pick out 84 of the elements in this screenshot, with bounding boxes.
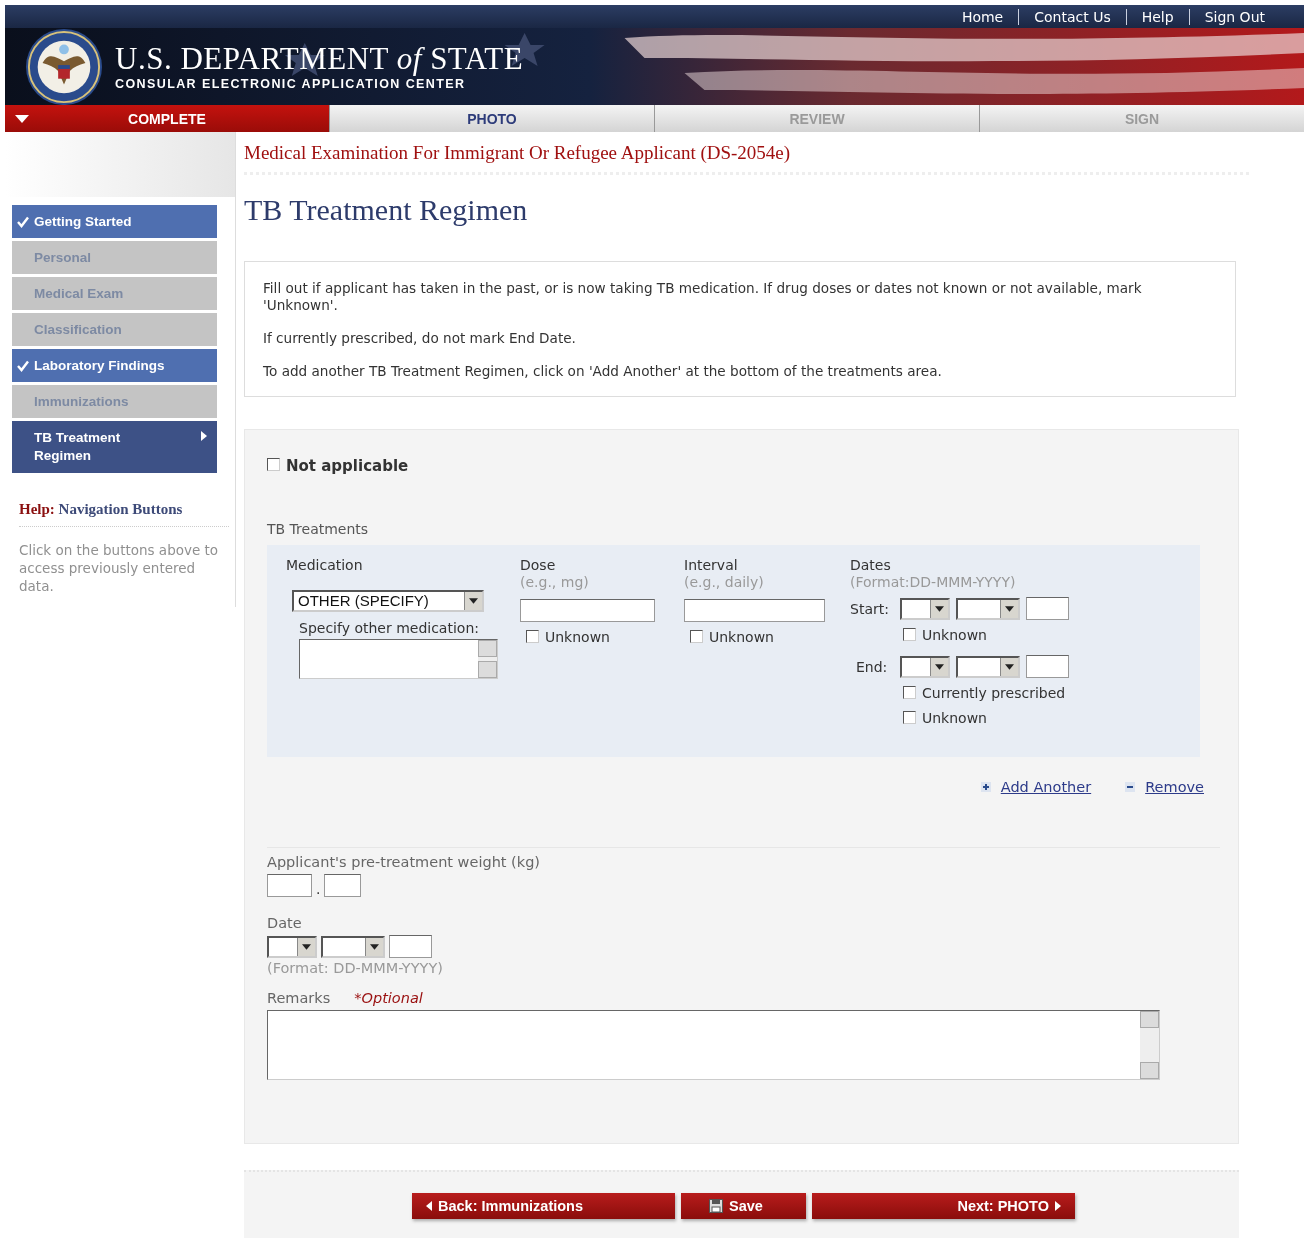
- seal-icon: [25, 28, 103, 105]
- site-subtitle: CONSULAR ELECTRONIC APPLICATION CENTER: [115, 76, 467, 91]
- field-label: Dose: [520, 557, 557, 574]
- field-hint: (Format:DD-MMM-YYYY): [850, 574, 1017, 591]
- field-label: End:: [855, 658, 889, 675]
- input-field[interactable]: [1026, 655, 1069, 678]
- input-field[interactable]: [684, 599, 825, 622]
- step-tab[interactable]: COMPLETE: [5, 105, 329, 132]
- save-button[interactable]: Save: [681, 1193, 806, 1219]
- left-arrow-icon: [426, 1201, 432, 1211]
- dropdown[interactable]: [956, 655, 1020, 678]
- nav-item[interactable]: Laboratory Findings: [12, 349, 217, 382]
- input-field[interactable]: [324, 874, 362, 897]
- next-button[interactable]: Next: PHOTO: [812, 1193, 1075, 1219]
- page-heading: TB Treatment Regimen: [244, 193, 529, 227]
- checkbox-option[interactable]: Unknown: [526, 629, 610, 645]
- site-title: U.S. DEPARTMENT of STATE: [115, 42, 524, 75]
- back-button[interactable]: Back: Immunizations: [412, 1193, 675, 1219]
- action-link[interactable]: Remove: [1145, 779, 1204, 795]
- checkmark-icon: [17, 216, 29, 228]
- checkbox[interactable]: [903, 686, 916, 699]
- instruction-text: To add another TB Treatment Regimen, click on 'Add Another' at the bottom of the treatments area.: [263, 363, 943, 380]
- checkbox-option[interactable]: Unknown: [903, 627, 987, 643]
- field-label: Date: [267, 915, 303, 931]
- field-label: Specify other medication:: [299, 620, 480, 637]
- caret-icon: [935, 605, 944, 612]
- caret-icon: [1005, 605, 1014, 612]
- optional-note: *Optional: [354, 990, 423, 1006]
- caret-icon: [302, 944, 311, 950]
- checkbox[interactable]: [903, 628, 916, 641]
- input-field[interactable]: [1026, 597, 1069, 620]
- input-field[interactable]: [520, 599, 655, 622]
- field-label: Remarks: [267, 990, 331, 1006]
- help-text: Click on the buttons above to access previously entered data.: [19, 541, 220, 595]
- minus-icon: [1125, 782, 1136, 792]
- dropdown[interactable]: [956, 597, 1020, 620]
- checkbox-option[interactable]: Unknown: [903, 710, 987, 726]
- checkbox[interactable]: [526, 630, 539, 643]
- field-label: Applicant's pre-treatment weight (kg): [267, 854, 542, 870]
- header-link[interactable]: Sign Out: [1189, 8, 1280, 25]
- header-link[interactable]: Home: [946, 8, 1019, 25]
- checkbox-option[interactable]: Unknown: [690, 629, 774, 645]
- right-arrow-icon: [1055, 1201, 1061, 1211]
- checkbox[interactable]: [903, 711, 916, 724]
- field-hint: (Format: DD-MMM-YYYY): [267, 960, 444, 976]
- checkbox-option[interactable]: Currently prescribed: [903, 685, 1066, 701]
- instruction-text: If currently prescribed, do not mark End Date.: [263, 330, 577, 347]
- help-label: Help:: [19, 501, 55, 517]
- checkmark-icon: [17, 360, 29, 372]
- field-label: Interval: [684, 557, 739, 574]
- dropdown[interactable]: [267, 936, 317, 958]
- checkbox[interactable]: [267, 458, 280, 471]
- section-label: TB Treatments: [267, 521, 370, 537]
- topic-link[interactable]: Navigation Buttons: [58, 501, 183, 517]
- text-area[interactable]: [299, 639, 498, 679]
- header-link[interactable]: Contact Us: [1019, 8, 1126, 25]
- caret-icon: [1005, 663, 1014, 670]
- checkbox-option[interactable]: Not applicable: [267, 457, 409, 475]
- action-link[interactable]: Add Another: [1000, 779, 1092, 795]
- dropdown[interactable]: OTHER (SPECIFY): [292, 590, 484, 612]
- field-label: Start:: [850, 600, 890, 617]
- checkbox[interactable]: [690, 630, 703, 643]
- header-link[interactable]: Help: [1126, 8, 1189, 25]
- field-hint: (e.g., mg): [520, 574, 590, 591]
- step-tab[interactable]: PHOTO: [329, 105, 654, 132]
- instruction-text: Fill out if applicant has taken in the past, or is now taking TB medication. If drug doses or dates not known or not available, mark 'Unknown'.: [263, 280, 1143, 314]
- input-field[interactable]: [389, 935, 432, 958]
- nav-item[interactable]: Getting Started: [12, 205, 217, 238]
- field-label: Medication: [286, 557, 364, 574]
- plus-icon: [980, 782, 991, 792]
- form-title: Medical Examination For Immigrant Or Refugee Applicant (DS-2054e): [244, 142, 1249, 175]
- field-label: Dates: [850, 557, 892, 574]
- dropdown[interactable]: [321, 936, 385, 958]
- dropdown[interactable]: [900, 597, 950, 620]
- decimal-separator: .: [316, 881, 321, 897]
- input-field[interactable]: [267, 874, 312, 897]
- caret-icon: [469, 598, 478, 604]
- caret-icon: [935, 663, 944, 670]
- nav-item[interactable]: TB Treatment Regimen: [12, 421, 217, 473]
- field-hint: (e.g., daily): [684, 574, 765, 591]
- caret-icon: [15, 115, 29, 123]
- caret-icon: [370, 944, 379, 950]
- arrow-icon: [201, 431, 207, 441]
- dropdown[interactable]: [900, 655, 950, 678]
